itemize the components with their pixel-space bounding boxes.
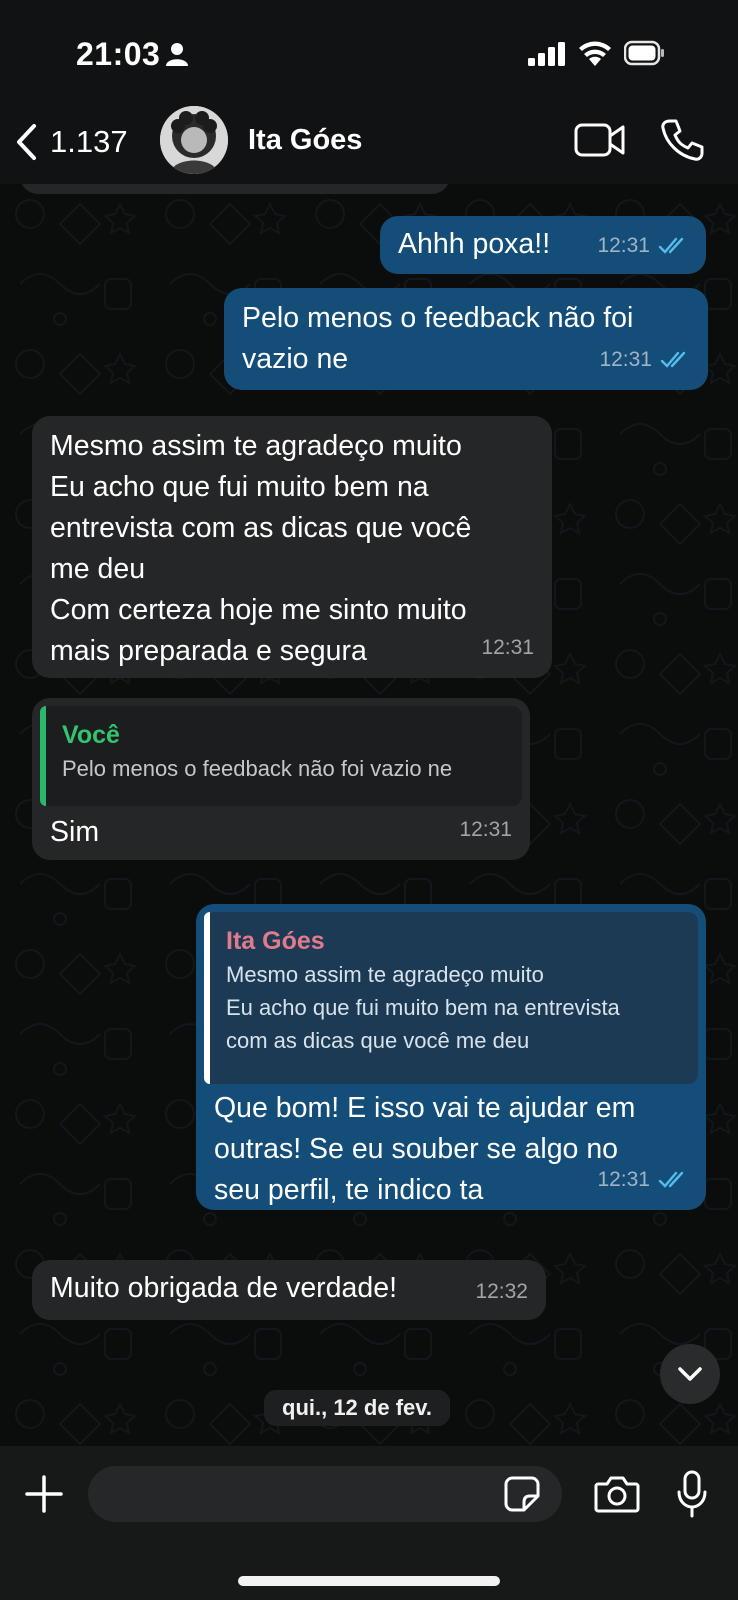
message-line: Mesmo assim te agradeço muito	[50, 430, 462, 462]
chevron-down-icon	[678, 1367, 702, 1381]
message-meta: 12:31	[597, 225, 688, 266]
camera-icon[interactable]	[594, 1474, 640, 1514]
home-indicator	[238, 1576, 500, 1586]
message-line: Com certeza hoje me sinto muito	[50, 594, 467, 626]
composer-bar	[0, 1446, 738, 1600]
contact-avatar[interactable]	[160, 106, 228, 174]
signal-icon	[528, 42, 565, 66]
double-check-icon	[660, 351, 686, 368]
avatar-photo	[160, 106, 228, 174]
double-check-icon	[658, 1171, 684, 1188]
double-check-icon	[658, 237, 684, 254]
message-time: 12:31	[599, 348, 652, 371]
message-line: mais preparada e segura	[50, 635, 367, 667]
message-line: me deu	[50, 553, 146, 585]
message-text: Sim	[50, 816, 100, 848]
plus-icon[interactable]	[24, 1474, 64, 1514]
phone-icon[interactable]	[660, 118, 704, 162]
previous-message-edge	[20, 184, 450, 194]
quoted-message[interactable]: Você Pelo menos o feedback não foi vazio…	[40, 706, 522, 806]
microphone-icon[interactable]	[676, 1470, 708, 1518]
message-time: 12:32	[475, 1280, 528, 1303]
chat-area[interactable]: Ahhh poxa!! 12:31 Pelo menos o feedback …	[0, 184, 738, 1446]
sticker-icon[interactable]	[504, 1476, 540, 1512]
message-text: Ahhh poxa!!	[398, 228, 551, 260]
message-time: 12:31	[597, 234, 650, 257]
message-outgoing[interactable]: Pelo menos o feedback não foi vazio ne 1…	[224, 288, 708, 390]
message-meta: 12:31	[481, 627, 534, 668]
message-line: Eu acho que fui muito bem na	[50, 471, 429, 503]
message-outgoing[interactable]: Ahhh poxa!! 12:31	[380, 216, 706, 274]
message-incoming-reply[interactable]: Você Pelo menos o feedback não foi vazio…	[32, 698, 530, 860]
message-incoming[interactable]: Mesmo assim te agradeço muito Eu acho qu…	[32, 416, 552, 678]
quote-line: Eu acho que fui muito bem na entrevista	[226, 995, 620, 1020]
date-separator: qui., 12 de fev.	[264, 1390, 450, 1426]
back-button[interactable]: 1.137	[14, 122, 128, 162]
message-text: Pelo menos o feedback não foi vazio ne	[242, 302, 634, 375]
quote-author: Ita Góes	[226, 927, 325, 955]
status-bar: 21:03	[0, 0, 738, 100]
message-time: 12:31	[597, 1168, 650, 1191]
contact-name[interactable]: Ita Góes	[248, 124, 362, 157]
message-incoming[interactable]: Muito obrigada de verdade! 12:32	[32, 1260, 546, 1320]
message-text: Muito obrigada de verdade!	[50, 1272, 397, 1304]
person-icon	[166, 43, 188, 66]
chevron-left-icon	[17, 124, 36, 160]
unread-count: 1.137	[50, 124, 128, 159]
chat-header: 1.137 Ita Góes	[0, 100, 738, 184]
message-outgoing-reply[interactable]: Ita Góes Mesmo assim te agradeço muito E…	[196, 904, 706, 1210]
scroll-to-bottom-button[interactable]	[660, 1344, 720, 1404]
message-line: entrevista com as dicas que você	[50, 512, 472, 544]
message-line: Que bom! E isso vai te ajudar em	[214, 1092, 636, 1124]
quote-author: Você	[62, 721, 120, 749]
wifi-icon	[579, 41, 611, 66]
message-time: 12:31	[459, 818, 512, 841]
status-time: 21:03	[76, 36, 161, 72]
message-meta: 12:31	[459, 809, 512, 850]
quote-text: Pelo menos o feedback não foi vazio ne	[62, 756, 453, 781]
message-meta: 12:31	[599, 339, 690, 380]
video-camera-icon[interactable]	[574, 122, 626, 158]
message-meta: 12:32	[475, 1271, 528, 1312]
message-meta: 12:31	[597, 1159, 688, 1200]
message-time: 12:31	[481, 636, 534, 659]
quoted-message[interactable]: Ita Góes Mesmo assim te agradeço muito E…	[204, 912, 698, 1084]
quote-line: Mesmo assim te agradeço muito	[226, 962, 544, 987]
quote-line: com as dicas que você me deu	[226, 1028, 530, 1053]
battery-icon	[624, 40, 664, 66]
message-input[interactable]	[88, 1466, 562, 1522]
